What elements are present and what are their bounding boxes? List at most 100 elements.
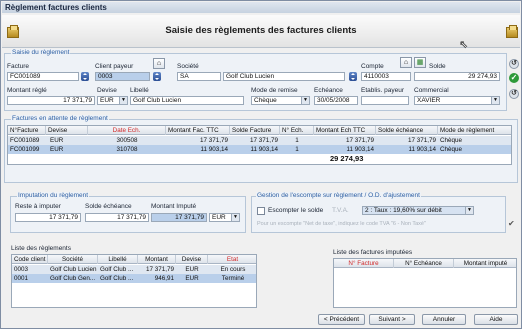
societe-code-field[interactable]: SA <box>177 72 221 81</box>
chevron-down-icon: ▼ <box>119 97 127 104</box>
commercial-select[interactable]: XAVIER ▼ <box>414 96 500 105</box>
col-header[interactable]: Date Ech. <box>88 126 166 135</box>
col-header[interactable]: Solde échéance <box>376 126 438 135</box>
previous-button[interactable]: < Précédent <box>318 314 365 325</box>
col-header[interactable]: Libellé <box>98 255 138 264</box>
col-header[interactable]: Devise <box>46 126 88 135</box>
main-window: Règlement factures clients Saisie des rè… <box>0 0 522 329</box>
col-header[interactable]: Devise <box>176 255 208 264</box>
validate-check-icon[interactable]: ✓ <box>509 73 519 83</box>
client-payeur-field[interactable]: 0003 <box>95 72 150 81</box>
mode-remise-select[interactable]: Chèque ▼ <box>251 96 310 105</box>
solde-echeance-label: Solde échéance <box>85 203 132 210</box>
etablis-payeur-label: Etablis. payeur <box>361 87 404 94</box>
cell: Golf Club Gen... <box>50 275 96 282</box>
col-header[interactable]: N°Facture <box>8 126 46 135</box>
facture-label: Facture <box>7 63 30 70</box>
libelle-field[interactable]: Golf Club Lucien <box>130 96 244 105</box>
col-header[interactable]: Société <box>48 255 98 264</box>
undo-icon[interactable]: ↺ <box>509 89 519 99</box>
table-row[interactable]: FC001089 EUR 300508 17 371,79 17 371,79 … <box>8 136 511 145</box>
refresh-icon[interactable]: ↺ <box>509 59 519 69</box>
cell: 0001 <box>14 275 29 282</box>
cell: EUR <box>185 266 199 273</box>
client-payeur-label: Client payeur <box>95 63 134 70</box>
imputees-title: Liste des factures imputées <box>333 249 413 256</box>
imputation-devise-select[interactable]: EUR ▼ <box>209 213 240 222</box>
col-header[interactable]: N° Facture <box>334 259 394 268</box>
col-header[interactable]: Montant <box>138 255 176 264</box>
etablis-payeur-field[interactable] <box>361 96 409 105</box>
cell: 300508 <box>116 137 138 144</box>
reglements-table: Code client Société Libellé Montant Devi… <box>11 254 257 308</box>
calculator-icon[interactable]: ▦ <box>414 57 426 68</box>
imputees-table: N° Facture N° Echéance Montant imputé <box>333 258 517 308</box>
facture-field[interactable]: FC001089 <box>7 72 79 81</box>
cell: 17 371,79 <box>407 137 436 144</box>
col-header[interactable]: Montant Fac. TTC <box>166 126 230 135</box>
check-icon[interactable]: ✔ <box>508 219 515 228</box>
col-header[interactable]: N° Ech. <box>280 126 314 135</box>
cell: 11 903,14 <box>408 146 436 153</box>
col-header[interactable]: Mode de règlement <box>438 126 511 135</box>
cell: 1 <box>295 137 299 144</box>
money-bag-icon <box>506 25 518 38</box>
escompter-label: Escompter le solde <box>268 207 324 214</box>
imputation-group-title: Imputation du règlement <box>17 192 90 199</box>
commercial-label: Commercial <box>414 87 449 94</box>
cell: EUR <box>50 146 64 153</box>
compte-field[interactable]: 4110003 <box>361 72 411 81</box>
help-button[interactable]: Aide <box>474 314 518 325</box>
escompte-group: Gestion de l'escompte sur règlement / O.… <box>251 192 506 233</box>
factures-table-header: N°Facture Devise Date Ech. Montant Fac. … <box>8 126 511 135</box>
echeance-label: Echéance <box>314 87 343 94</box>
home-icon[interactable]: ⌂ <box>153 58 165 69</box>
client-spinner-icon[interactable] <box>153 72 161 81</box>
col-header[interactable]: Code client <box>12 255 48 264</box>
home-icon[interactable]: ⌂ <box>400 57 412 68</box>
solde-label: Solde <box>429 63 446 70</box>
taux-select[interactable]: 2 : Taux : 19,60% sur débit ▼ <box>362 206 474 215</box>
table-row[interactable]: FC001099 EUR 310708 11 903,14 11 903,14 … <box>8 145 511 154</box>
compte-spinner-icon[interactable] <box>349 72 357 81</box>
cell: FC001099 <box>10 146 40 153</box>
facture-spinner-icon[interactable] <box>81 72 89 81</box>
col-header[interactable]: Montant imputé <box>454 259 516 268</box>
cell: Golf Club ... <box>100 275 134 282</box>
chevron-down-icon: ▼ <box>465 207 473 214</box>
cell: En cours <box>220 266 246 273</box>
col-header[interactable]: Montant Ech TTC <box>314 126 376 135</box>
factures-total: 29 274,93 <box>330 154 364 163</box>
societe-name-field[interactable]: Golf Club Lucien <box>223 72 345 81</box>
devise-select[interactable]: EUR ▼ <box>97 96 128 105</box>
cell: Golf Club ... <box>100 266 134 273</box>
imputation-group: Imputation du règlement Reste à imputer … <box>10 192 246 233</box>
saisie-group: Saisie du règlement Facture FC001089 Cli… <box>4 49 507 111</box>
cell: FC001089 <box>10 137 40 144</box>
table-row[interactable]: 0003 Golf Club Lucien Golf Club ... 17 3… <box>12 265 256 274</box>
cell: 11 903,14 <box>346 146 374 153</box>
next-button[interactable]: Suivant > <box>369 314 415 325</box>
compte-label: Compte <box>361 63 384 70</box>
echeance-field[interactable]: 30/05/2008 <box>314 96 358 105</box>
escompter-checkbox[interactable] <box>257 207 265 215</box>
cell: 17 371,79 <box>249 137 278 144</box>
mouse-cursor-icon: ⇖ <box>459 39 469 51</box>
col-header[interactable]: Etat <box>208 255 256 264</box>
escompte-group-title: Gestion de l'escompte sur règlement / O.… <box>256 192 421 199</box>
col-header[interactable]: N° Echéance <box>394 259 454 268</box>
reglements-title: Liste des règlements <box>11 245 71 252</box>
solde-field: 29 274,93 <box>414 72 500 81</box>
cell: 1 <box>295 146 299 153</box>
factures-table: N°Facture Devise Date Ech. Montant Fac. … <box>7 125 512 165</box>
reglements-table-header: Code client Société Libellé Montant Devi… <box>12 255 256 264</box>
montant-impute-field[interactable]: 17 371,79 <box>151 213 207 222</box>
chevron-down-icon: ▼ <box>491 97 499 104</box>
cancel-button[interactable]: Annuler <box>422 314 466 325</box>
cell: Chèque <box>440 137 463 144</box>
reste-label: Reste à imputer <box>15 203 61 210</box>
table-row[interactable]: 0001 Golf Club Gen... Golf Club ... 946,… <box>12 274 256 283</box>
col-header[interactable]: Solde Facture <box>230 126 280 135</box>
montant-regle-field[interactable]: 17 371,79 <box>7 96 95 105</box>
imputees-table-header: N° Facture N° Echéance Montant imputé <box>334 259 516 268</box>
